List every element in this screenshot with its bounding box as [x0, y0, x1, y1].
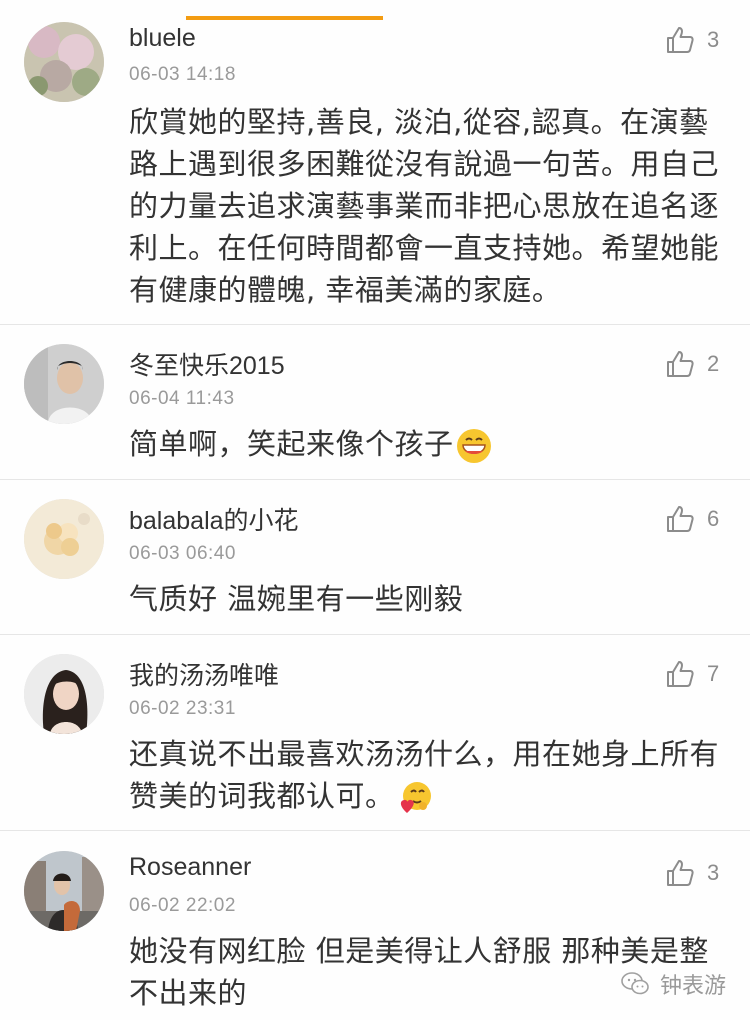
- like-button[interactable]: 6: [665, 504, 719, 534]
- comment-item: bluele 06-03 14:18 3 欣賞她的堅持,善良, 淡泊,從容,認真…: [0, 0, 750, 325]
- like-button[interactable]: 3: [665, 858, 719, 888]
- like-count: 7: [707, 661, 720, 686]
- username[interactable]: 我的汤汤唯唯: [129, 656, 279, 692]
- timestamp: 06-02 22:02: [129, 895, 236, 916]
- timestamp: 06-03 14:18: [129, 64, 236, 85]
- comment-item: 冬至快乐2015 06-04 11:43 2 简单啊，笑起来像个孩子: [0, 325, 750, 480]
- thumbs-up-icon: [667, 860, 694, 886]
- flower-avatar-image: [24, 22, 104, 102]
- wechat-icon: [621, 972, 649, 995]
- like-count: 6: [707, 506, 720, 531]
- timestamp: 06-04 11:43: [129, 388, 235, 409]
- grinning-face-emoji: [456, 428, 492, 464]
- street-couple-avatar-image: [24, 851, 104, 931]
- like-count: 3: [707, 27, 720, 52]
- avatar[interactable]: [24, 851, 104, 931]
- thumbs-up-icon: [667, 351, 694, 377]
- like-button[interactable]: 3: [665, 25, 719, 55]
- thumbs-up-icon: [667, 506, 694, 532]
- watermark-text: 钟表游: [659, 974, 726, 999]
- like-count: 2: [707, 351, 720, 376]
- comment-list: bluele 06-03 14:18 3 欣賞她的堅持,善良, 淡泊,從容,認真…: [0, 0, 750, 1020]
- blossom-avatar-image: [24, 499, 104, 579]
- heart-hug-emoji: [397, 780, 433, 816]
- like-button[interactable]: 2: [665, 349, 719, 379]
- timestamp: 06-02 23:31: [129, 698, 236, 719]
- avatar[interactable]: [24, 22, 104, 102]
- watermark: 钟表游: [620, 968, 726, 1000]
- timestamp: 06-03 06:40: [129, 543, 236, 564]
- comment-text: 简单啊，笑起来像个孩子: [129, 423, 719, 465]
- avatar[interactable]: [24, 499, 104, 579]
- like-button[interactable]: 7: [665, 659, 719, 689]
- avatar[interactable]: [24, 654, 104, 734]
- avatar[interactable]: [24, 344, 104, 424]
- comment-text: 气质好 温婉里有一些刚毅: [129, 582, 464, 616]
- comment-text: 欣賞她的堅持,善良, 淡泊,從容,認真。在演藝路上遇到很多困難從沒有說過一句苦。…: [129, 105, 720, 307]
- username[interactable]: bluele: [129, 24, 196, 53]
- username[interactable]: balabala的小花: [129, 501, 299, 537]
- comment-text-content: 简单啊，笑起来像个孩子: [129, 427, 454, 461]
- man-portrait-avatar-image: [24, 344, 104, 424]
- comment-item: 我的汤汤唯唯 06-02 23:31 7 还真说不出最喜欢汤汤什么，用在她身上所…: [0, 635, 750, 831]
- thumbs-up-icon: [667, 27, 694, 53]
- comment-item: balabala的小花 06-03 06:40 6 气质好 温婉里有一些刚毅: [0, 480, 750, 635]
- username[interactable]: Roseanner: [129, 853, 251, 882]
- woman-portrait-avatar-image: [24, 654, 104, 734]
- username[interactable]: 冬至快乐2015: [129, 346, 285, 382]
- comment-text: 还真说不出最喜欢汤汤什么，用在她身上所有赞美的词我都认可。: [129, 733, 719, 817]
- thumbs-up-icon: [667, 661, 694, 687]
- like-count: 3: [707, 860, 720, 885]
